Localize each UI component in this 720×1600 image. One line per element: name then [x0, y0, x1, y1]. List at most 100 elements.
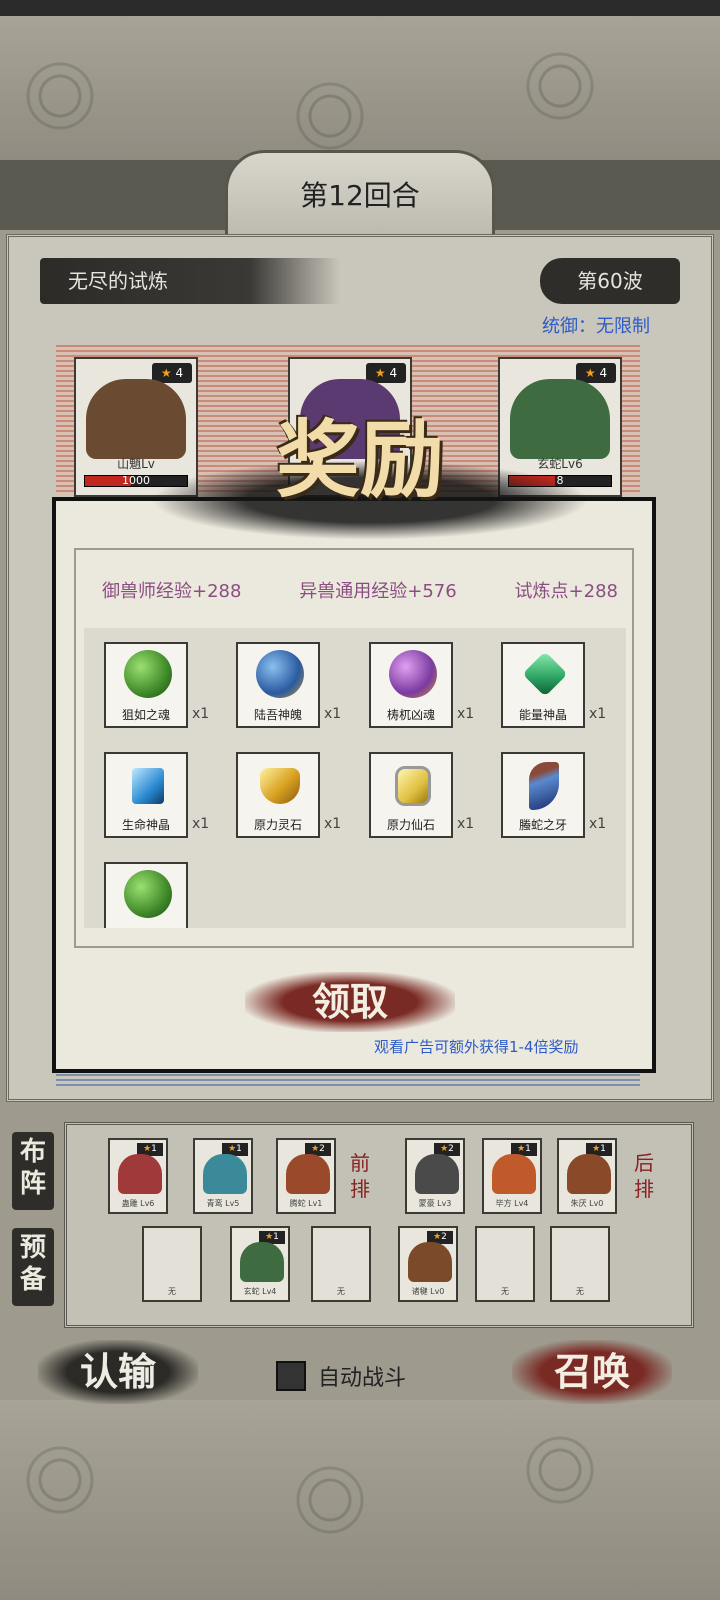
- item-name: 螣蛇之牙: [518, 818, 567, 832]
- reward-item[interactable]: [104, 862, 188, 928]
- master-exp: 御兽师经验+288: [102, 581, 242, 602]
- front-unit[interactable]: ★2 腾蛇 Lv1: [276, 1138, 336, 1214]
- reward-item[interactable]: 狙如之魂: [104, 642, 188, 728]
- star-icon: ★: [374, 366, 386, 380]
- item-count: x1: [324, 816, 342, 832]
- front-row-label: 前排: [350, 1151, 370, 1201]
- item-name: 陆吾神魄: [253, 708, 302, 722]
- ally-zone-decoration: [56, 1074, 640, 1086]
- unit-name: 毕方 Lv4: [495, 1199, 529, 1208]
- star-icon: ★: [433, 1232, 442, 1242]
- surrender-button[interactable]: 认输: [38, 1340, 198, 1404]
- reward-item[interactable]: 原力仙石: [369, 752, 453, 838]
- back-unit[interactable]: ★2 蒙豪 Lv3: [405, 1138, 465, 1214]
- auto-battle-checkbox[interactable]: [276, 1361, 306, 1391]
- unit-name: 无: [337, 1287, 345, 1296]
- item-name: 能量神晶: [518, 708, 567, 722]
- top-cloud-decoration: [0, 16, 720, 166]
- evil-soul-orb-icon: [389, 650, 437, 698]
- star-count: 4: [175, 366, 184, 380]
- beast-portrait: [203, 1154, 247, 1194]
- item-count: x1: [589, 816, 607, 832]
- auto-battle-label: 自动战斗: [318, 1366, 407, 1391]
- beast-portrait: [86, 379, 186, 459]
- star-icon: ★: [592, 1144, 601, 1154]
- star-icon: ★: [228, 1144, 237, 1154]
- item-name: 生命神晶: [121, 818, 170, 832]
- star-count: 4: [599, 366, 608, 380]
- deploy-tab[interactable]: 布阵: [12, 1132, 54, 1210]
- unit-name: 朱厌 Lv0: [570, 1199, 604, 1208]
- back-unit[interactable]: ★1 毕方 Lv4: [482, 1138, 542, 1214]
- front-unit[interactable]: ★1 青鸾 Lv5: [193, 1138, 253, 1214]
- beast-portrait: [415, 1154, 459, 1194]
- star-icon: ★: [160, 366, 172, 380]
- green-crystal-icon: [522, 651, 568, 697]
- beast-portrait: [286, 1154, 330, 1194]
- reserve-slot-empty[interactable]: 无: [550, 1226, 610, 1302]
- auto-battle-toggle[interactable]: 自动战斗: [276, 1360, 406, 1392]
- unit-name: 无: [168, 1287, 176, 1296]
- star-icon: ★: [143, 1144, 152, 1154]
- unit-name: 无: [501, 1287, 509, 1296]
- reward-item[interactable]: 陆吾神魄: [236, 642, 320, 728]
- exp-rewards: 御兽师经验+288 异兽通用经验+576 试炼点+288: [82, 560, 638, 620]
- reward-item[interactable]: 原力灵石: [236, 752, 320, 838]
- item-count: x1: [192, 706, 210, 722]
- blue-crystal-icon: [132, 768, 164, 804]
- unit-name: 蒙豪 Lv3: [418, 1199, 452, 1208]
- unit-name: 无: [576, 1287, 584, 1296]
- summon-button[interactable]: 召唤: [512, 1340, 672, 1404]
- beast-portrait: [510, 379, 610, 459]
- fang-icon: [529, 762, 559, 810]
- star-count: 4: [389, 366, 398, 380]
- beast-portrait: [567, 1154, 611, 1194]
- control-limit: 统御：无限制: [542, 316, 650, 337]
- item-name: 原力灵石: [253, 818, 302, 832]
- reward-item[interactable]: 生命神晶: [104, 752, 188, 838]
- beast-exp: 异兽通用经验+576: [299, 581, 457, 602]
- item-name: 狙如之魂: [121, 708, 170, 722]
- front-unit[interactable]: ★1 蛊雕 Lv6: [108, 1138, 168, 1214]
- beast-portrait: [240, 1242, 284, 1282]
- ad-bonus-hint[interactable]: 观看广告可额外获得1-4倍奖励: [374, 1036, 579, 1057]
- item-name: 原力仙石: [386, 818, 435, 832]
- reserve-unit[interactable]: ★2 诸犍 Lv0: [398, 1226, 458, 1302]
- immortal-stone-icon: [395, 766, 431, 806]
- reserve-tab[interactable]: 预备: [12, 1228, 54, 1306]
- reward-item[interactable]: 能量神晶: [501, 642, 585, 728]
- reserve-unit[interactable]: ★1 玄蛇 Lv4: [230, 1226, 290, 1302]
- reserve-slot-empty[interactable]: 无: [311, 1226, 371, 1302]
- reward-item[interactable]: 螣蛇之牙: [501, 752, 585, 838]
- star-icon: ★: [311, 1144, 320, 1154]
- trial-points: 试炼点+288: [514, 581, 618, 602]
- item-name: 梼杌凶魂: [386, 708, 435, 722]
- unit-name: 蛊雕 Lv6: [121, 1199, 155, 1208]
- beast-portrait: [408, 1242, 452, 1282]
- unit-name: 玄蛇 Lv4: [243, 1287, 277, 1296]
- beast-portrait: [492, 1154, 536, 1194]
- claim-button[interactable]: 领取: [245, 972, 455, 1032]
- status-bar: [0, 0, 720, 16]
- unit-name: 青鸾 Lv5: [206, 1199, 240, 1208]
- reward-item[interactable]: 梼杌凶魂: [369, 642, 453, 728]
- star-icon: ★: [265, 1232, 274, 1242]
- star-icon: ★: [440, 1144, 449, 1154]
- unit-name: 诸犍 Lv0: [411, 1287, 445, 1296]
- trial-name: 无尽的试炼: [40, 258, 340, 304]
- beast-portrait: [118, 1154, 162, 1194]
- reward-items-list[interactable]: 狙如之魂 x1 陆吾神魄 x1 梼杌凶魂 x1 能量神晶 x1 生命神晶 x1 …: [84, 628, 626, 928]
- item-count: x1: [457, 706, 475, 722]
- reserve-slot-empty[interactable]: 无: [142, 1226, 202, 1302]
- gold-gem-icon: [260, 768, 300, 804]
- back-unit[interactable]: ★1 朱厌 Lv0: [557, 1138, 617, 1214]
- round-indicator: 第12回合: [225, 150, 495, 238]
- beast-soul-orb-icon: [124, 650, 172, 698]
- unit-name: 腾蛇 Lv1: [289, 1199, 323, 1208]
- wave-indicator: 第60波: [540, 258, 680, 304]
- star-icon: ★: [584, 366, 596, 380]
- back-row-label: 后排: [634, 1151, 654, 1201]
- item-count: x1: [192, 816, 210, 832]
- reserve-slot-empty[interactable]: 无: [475, 1226, 535, 1302]
- star-icon: ★: [517, 1144, 526, 1154]
